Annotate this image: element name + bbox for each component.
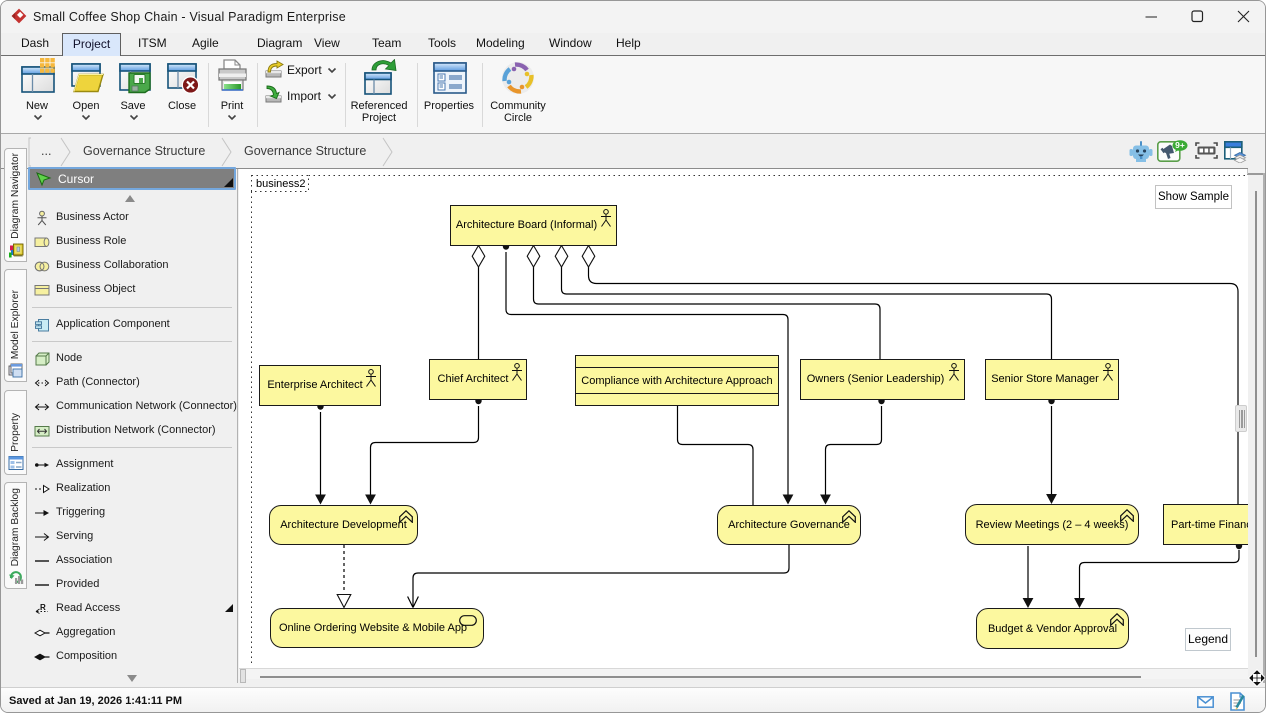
svg-text:R: R: [40, 603, 46, 612]
svg-text:9+: 9+: [1175, 140, 1185, 150]
